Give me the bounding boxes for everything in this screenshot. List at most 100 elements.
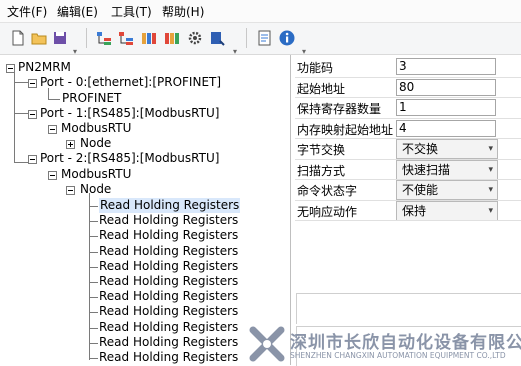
tree-line: [14, 71, 15, 163]
collapse-port1-icon[interactable]: [28, 110, 37, 119]
property-row: 命令状态字 不使能 ▾: [295, 180, 498, 200]
property-label: 扫描方式: [297, 163, 346, 178]
collapse-modbus2-icon[interactable]: [48, 171, 57, 180]
collapse-node2-icon[interactable]: [66, 186, 75, 195]
property-label: 功能码: [297, 61, 334, 75]
property-label: 字节交换: [297, 143, 346, 157]
tree-register-item[interactable]: Read Holding Registers: [99, 335, 238, 350]
tree-line: [89, 297, 98, 299]
tree-node-1[interactable]: Node: [80, 136, 111, 151]
property-value-select[interactable]: 不交换 ▾: [396, 139, 498, 159]
tree-line: [48, 99, 60, 100]
property-value-select[interactable]: 不使能 ▾: [396, 180, 498, 200]
tree-port-2[interactable]: Port - 2:[RS485]:[ModbusRTU]: [40, 151, 219, 166]
chevron-down-icon[interactable]: ▾: [488, 202, 493, 220]
add-module-icon[interactable]: [163, 29, 181, 47]
open-folder-icon[interactable]: [30, 29, 48, 47]
menu-tools[interactable]: 工具(T): [111, 3, 152, 20]
property-divider: [295, 220, 521, 221]
tree-line: [89, 206, 98, 207]
toolbar: ▾ ▾ ▾: [0, 23, 521, 56]
tree-root[interactable]: PN2MRM: [18, 60, 71, 75]
menu-file[interactable]: 文件(F): [7, 3, 47, 20]
tree-register-item[interactable]: Read Holding Registers: [99, 304, 238, 319]
device-tree[interactable]: PN2MRM Port - 0:[ethernet]:[PROFINET] PR…: [0, 55, 291, 365]
property-value-input[interactable]: 80: [396, 78, 496, 96]
property-row: 起始地址 80: [295, 78, 496, 98]
tree-register-item[interactable]: Read Holding Registers: [99, 274, 238, 289]
company-logo: [249, 326, 285, 362]
collapse-modbus1-icon[interactable]: [48, 125, 57, 134]
property-select-value: 不使能: [402, 183, 439, 197]
property-label: 命令状态字: [297, 184, 358, 198]
property-value-select[interactable]: 快速扫描 ▾: [396, 159, 498, 180]
toolbar-overflow-icon-3[interactable]: ▾: [302, 47, 306, 56]
tree-register-item[interactable]: Read Holding Registers: [99, 350, 238, 365]
tree-register-item[interactable]: Read Holding Registers: [99, 213, 238, 228]
watermark-company-en: SHENZHEN CHANGXIN AUTOMATION EQUIPMENT C…: [290, 351, 506, 360]
chevron-down-icon[interactable]: ▾: [488, 181, 493, 199]
property-row: 功能码 3: [295, 57, 496, 77]
add-node-icon[interactable]: [117, 29, 135, 47]
tree-register-item[interactable]: Read Holding Registers: [99, 198, 241, 213]
property-value-input[interactable]: 1: [396, 99, 496, 116]
add-port-icon[interactable]: [95, 29, 113, 47]
property-select-value: 不交换: [402, 142, 439, 156]
settings-icon[interactable]: [186, 29, 204, 47]
tree-port-1[interactable]: Port - 1:[RS485]:[ModbusRTU]: [40, 106, 219, 121]
description-pane: [296, 293, 521, 324]
tree-line: [89, 251, 98, 253]
menu-help[interactable]: 帮助(H): [162, 3, 204, 20]
property-label: 保持寄存器数量: [297, 102, 382, 116]
watermark-company-cn: 深圳市长欣自动化设备有限公司: [290, 333, 521, 353]
tree-profinet[interactable]: PROFINET: [62, 91, 121, 106]
tree-line: [89, 193, 90, 360]
tree-line: [89, 236, 98, 238]
property-value-input[interactable]: 4: [396, 119, 496, 137]
tree-line: [89, 342, 98, 344]
property-row: 扫描方式 快速扫描 ▾: [295, 159, 498, 180]
property-label: 无响应动作: [297, 204, 358, 219]
tree-node-2[interactable]: Node: [80, 182, 111, 197]
property-label: 内存映射起始地址: [297, 122, 394, 137]
tree-register-item[interactable]: Read Holding Registers: [99, 228, 238, 243]
tree-register-item[interactable]: Read Holding Registers: [99, 244, 238, 259]
expand-node1-icon[interactable]: [66, 140, 75, 149]
property-row: 无响应动作 保持 ▾: [295, 200, 498, 221]
tree-register-item[interactable]: Read Holding Registers: [99, 259, 238, 274]
menu-edit[interactable]: 编辑(E): [57, 3, 98, 20]
tree-register-item[interactable]: Read Holding Registers: [99, 289, 238, 304]
property-row: 保持寄存器数量 1: [295, 98, 496, 118]
tree-modbus-1[interactable]: ModbusRTU: [61, 121, 131, 136]
properties-icon[interactable]: [256, 29, 274, 47]
add-register-icon[interactable]: [140, 29, 158, 47]
export-icon[interactable]: [208, 29, 226, 47]
chevron-down-icon[interactable]: ▾: [488, 140, 493, 158]
tree-line: [89, 266, 98, 268]
property-grid: 功能码 3 起始地址 80 保持寄存器数量 1 内存映射起始地址 4 字节交换 不交换 ▾ 扫描方式 快…: [295, 57, 521, 291]
tree-line: [89, 312, 98, 314]
tree-modbus-2[interactable]: ModbusRTU: [61, 167, 131, 182]
property-value-input[interactable]: 3: [396, 58, 496, 75]
collapse-port2-icon[interactable]: [28, 155, 37, 164]
property-value-select[interactable]: 保持 ▾: [396, 200, 498, 221]
chevron-down-icon[interactable]: ▾: [488, 161, 493, 179]
property-select-value: 快速扫描: [402, 162, 451, 177]
property-row: 字节交换 不交换 ▾: [295, 139, 498, 159]
tree-register-item[interactable]: Read Holding Registers: [99, 320, 238, 335]
save-icon[interactable]: [51, 29, 69, 47]
tree-line: [89, 327, 98, 329]
company-watermark: 深圳市长欣自动化设备有限公司 SHENZHEN CHANGXIN AUTOMAT…: [248, 322, 521, 365]
tree-line: [89, 221, 98, 223]
info-icon[interactable]: [278, 29, 296, 47]
toolbar-separator: [86, 28, 87, 48]
tree-line: [89, 282, 98, 283]
menu-bar: 文件(F) 编辑(E) 工具(T) 帮助(H): [0, 0, 521, 23]
collapse-port0-icon[interactable]: [28, 79, 37, 88]
tree-line: [89, 358, 98, 359]
collapse-root-icon[interactable]: [6, 64, 15, 73]
property-label: 起始地址: [297, 81, 346, 96]
tree-port-0[interactable]: Port - 0:[ethernet]:[PROFINET]: [40, 75, 221, 90]
new-file-icon[interactable]: [9, 29, 27, 47]
property-select-value: 保持: [402, 203, 427, 218]
